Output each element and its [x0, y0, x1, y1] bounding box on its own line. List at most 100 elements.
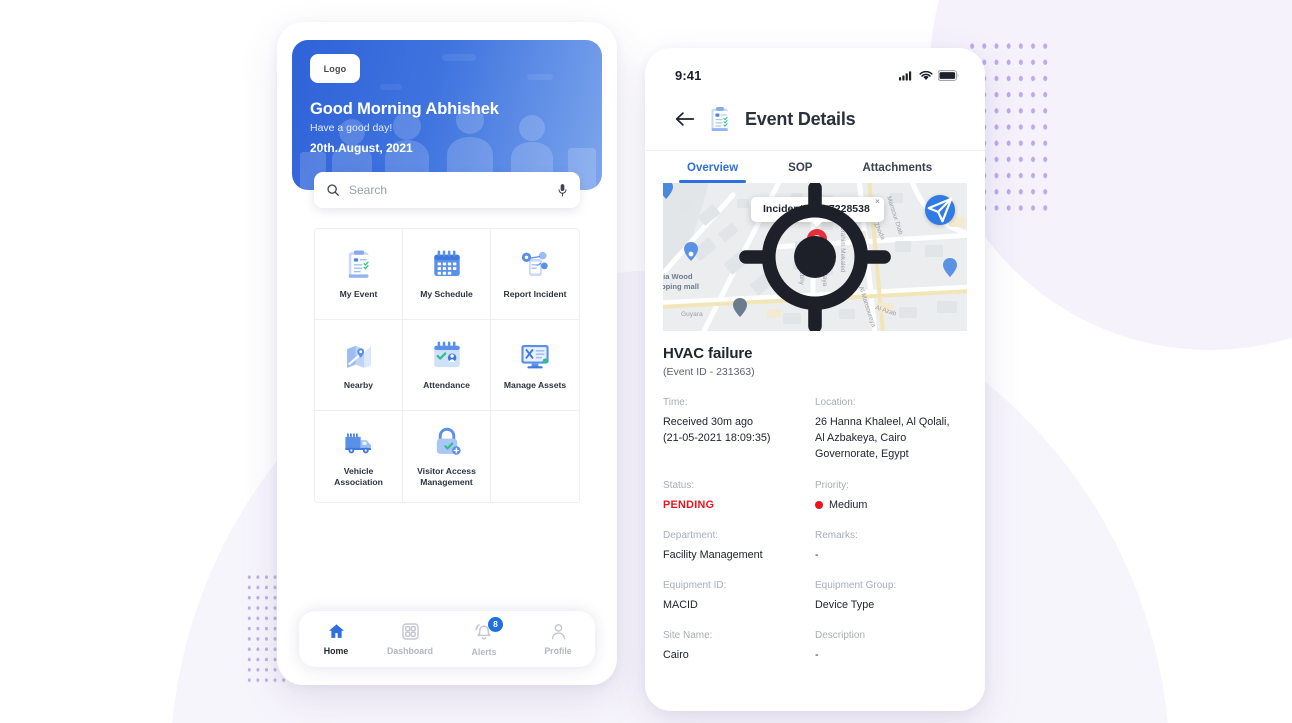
field-label: Department: — [663, 529, 719, 541]
truck-icon — [344, 433, 371, 454]
field-priority: Priority: Medium — [815, 480, 967, 513]
tab-overview[interactable]: Overview — [679, 162, 747, 183]
page-title: Event Details — [745, 108, 856, 129]
field-remarks: Remarks: - — [815, 530, 967, 563]
menu-item-label: Nearby — [343, 379, 374, 390]
tab-attachments[interactable]: Attachments — [854, 162, 940, 183]
field-description: Description - — [815, 630, 967, 663]
field-value: 26 Hanna Khaleel, Al Qolali, Al Azbakeya… — [815, 416, 950, 461]
attendance-badge-icon — [433, 341, 460, 367]
logo-chip[interactable]: Logo — [310, 54, 360, 83]
nav-item-label: Alerts — [471, 646, 497, 657]
clipboard-checklist-icon — [348, 250, 369, 278]
field-label: Equipment ID: — [663, 579, 727, 591]
bottom-navigation-bar: Home Dashboard 8 Alerts Profile — [299, 611, 595, 667]
menu-item-label: Vehicle Association — [334, 465, 383, 487]
menu-item-label: Manage Assets — [503, 379, 567, 390]
menu-item-label: Visitor Access Management — [417, 465, 476, 487]
event-title: HVAC failure — [663, 345, 753, 362]
menu-item-vehicle-association[interactable]: Vehicle Association — [315, 411, 403, 502]
alerts-badge: 8 — [488, 616, 503, 632]
field-location: Location: 26 Hanna Khaleel, Al Qolali, A… — [815, 397, 967, 463]
phone-mockup-home: Logo Good Morning Abhishek Have a good d… — [277, 22, 617, 685]
lock-check-icon — [436, 427, 461, 455]
menu-item-attendance[interactable]: Attendance — [403, 320, 491, 411]
crosshair-locate-icon[interactable] — [663, 183, 967, 331]
microphone-icon[interactable] — [557, 183, 568, 198]
priority-text: Medium — [829, 498, 868, 511]
field-row: Site Name: Cairo Description - — [663, 630, 967, 663]
field-value: Received 30m ago (21-05-2021 18:09:35) — [663, 416, 771, 445]
wifi-icon — [919, 70, 933, 80]
status-bar-time: 9:41 — [675, 67, 702, 83]
incident-map[interactable]: moud Sobhy Al Maya brahim Mekaled Al Zho… — [663, 183, 967, 331]
page-header: Event Details — [645, 90, 985, 150]
menu-item-empty — [491, 411, 579, 502]
event-fields: Time: Received 30m ago (21-05-2021 18:09:… — [663, 397, 967, 663]
phone-mockup-event-details: 9:41 Event Details Overview SOP Attachme… — [645, 48, 985, 711]
map-location-icon — [346, 344, 371, 368]
search-icon — [327, 184, 339, 196]
field-department: Department: Facility Management — [663, 530, 815, 563]
tab-bar: Overview SOP Attachments — [645, 150, 985, 183]
field-site-name: Site Name: Cairo — [663, 630, 815, 663]
nav-item-dashboard[interactable]: Dashboard — [373, 622, 447, 656]
search-input[interactable]: Search — [349, 183, 557, 197]
menu-item-my-event[interactable]: My Event — [315, 229, 403, 320]
field-label: Equipment Group: — [815, 579, 897, 591]
field-row: Status: PENDING Priority: Medium — [663, 480, 967, 513]
field-label: Status: — [663, 479, 695, 491]
menu-item-label: Report Incident — [503, 288, 567, 299]
menu-item-my-schedule[interactable]: My Schedule — [403, 229, 491, 320]
grid-icon — [401, 623, 419, 640]
field-equipment-group: Equipment Group: Device Type — [815, 580, 967, 613]
field-label: Description — [815, 630, 866, 642]
search-bar[interactable]: Search — [314, 172, 580, 208]
field-row: Equipment ID: MACID Equipment Group: Dev… — [663, 580, 967, 613]
status-bar: 9:41 — [645, 48, 985, 90]
greeting-title: Good Morning Abhishek — [310, 100, 499, 118]
screenshot-canvas: Logo Good Morning Abhishek Have a good d… — [0, 0, 1292, 723]
menu-grid: My Event My Schedule Report Incident Nea… — [314, 228, 580, 503]
nav-item-home[interactable]: Home — [299, 622, 373, 656]
priority-dot-icon — [815, 500, 823, 509]
home-icon — [328, 624, 344, 638]
field-value: - — [815, 649, 819, 662]
priority-value: Medium — [815, 497, 957, 513]
event-detail-panel: HVAC failure (Event ID - 231363) Time: R… — [645, 331, 985, 663]
field-label: Site Name: — [663, 630, 713, 642]
hero-header: Logo Good Morning Abhishek Have a good d… — [292, 40, 602, 190]
nav-item-alerts[interactable]: 8 Alerts — [447, 616, 521, 657]
nav-item-label: Dashboard — [387, 646, 433, 656]
field-value: - — [815, 548, 819, 561]
back-arrow-icon[interactable] — [675, 111, 695, 127]
menu-item-manage-assets[interactable]: Manage Assets — [491, 320, 579, 411]
event-id-label: (Event ID - 231363) — [663, 366, 755, 378]
calendar-icon — [433, 250, 460, 276]
field-time: Time: Received 30m ago (21-05-2021 18:09:… — [663, 397, 815, 463]
nav-item-profile[interactable]: Profile — [521, 622, 595, 656]
person-icon — [551, 624, 565, 640]
field-label: Time: — [663, 397, 688, 408]
field-label: Priority: — [815, 479, 849, 491]
menu-item-report-incident[interactable]: Report Incident — [491, 229, 579, 320]
field-value: Facility Management — [663, 548, 763, 561]
greeting-subtitle: Have a good day! — [310, 122, 393, 134]
clipboard-checklist-icon — [711, 106, 728, 132]
status-badge: PENDING — [663, 498, 715, 511]
field-equipment-id: Equipment ID: MACID — [663, 580, 815, 613]
field-value: MACID — [663, 598, 698, 611]
battery-icon — [938, 69, 959, 81]
tab-sop[interactable]: SOP — [780, 162, 820, 183]
menu-item-label: Attendance — [423, 379, 470, 390]
field-label: Remarks: — [815, 529, 858, 541]
menu-item-nearby[interactable]: Nearby — [315, 320, 403, 411]
greeting-date: 20th.August, 2021 — [310, 141, 413, 155]
status-bar-icons — [899, 69, 959, 81]
field-status: Status: PENDING — [663, 480, 815, 513]
menu-item-visitor-access-management[interactable]: Visitor Access Management — [403, 411, 491, 502]
monitor-tools-icon — [521, 344, 549, 369]
field-value: Device Type — [815, 598, 875, 611]
cellular-signal-icon — [899, 70, 912, 80]
menu-item-label: My Schedule — [420, 288, 473, 299]
